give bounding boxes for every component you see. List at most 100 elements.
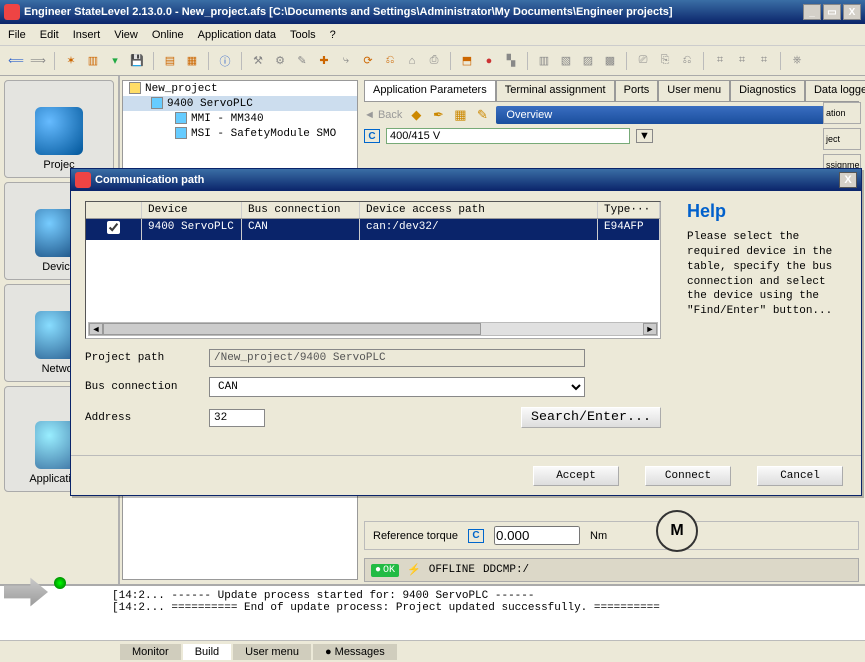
tab-ports[interactable]: Ports bbox=[615, 80, 659, 101]
module-icon bbox=[175, 112, 187, 124]
tool10-icon[interactable]: ⬒ bbox=[459, 53, 475, 69]
voltage-select[interactable] bbox=[386, 128, 630, 144]
tab-app-parameters[interactable]: Application Parameters bbox=[364, 80, 496, 101]
paste-icon[interactable]: ▦ bbox=[184, 53, 200, 69]
voltage-row: C ▼ bbox=[364, 128, 859, 144]
col-type[interactable]: Type··· bbox=[598, 202, 660, 218]
info-icon[interactable]: ⓘ bbox=[217, 53, 233, 69]
tool19-icon[interactable]: ⎌ bbox=[679, 53, 695, 69]
address-input[interactable] bbox=[209, 409, 265, 427]
tool12-icon[interactable]: ▚ bbox=[503, 53, 519, 69]
menu-help[interactable]: ? bbox=[330, 29, 336, 41]
fwd-icon[interactable]: ⟹ bbox=[30, 53, 46, 69]
open-icon[interactable]: ▥ bbox=[85, 53, 101, 69]
tool23-icon[interactable]: ⎈ bbox=[789, 53, 805, 69]
tab-data-logger[interactable]: Data logger bbox=[805, 80, 865, 101]
cancel-button[interactable]: Cancel bbox=[757, 466, 843, 486]
menu-insert[interactable]: Insert bbox=[73, 29, 101, 41]
side-btn-ject[interactable]: ject bbox=[823, 128, 861, 150]
menu-tools[interactable]: Tools bbox=[290, 29, 316, 41]
tool5-icon[interactable]: ⤷ bbox=[338, 53, 354, 69]
bottom-tab-monitor[interactable]: Monitor bbox=[120, 644, 181, 660]
nav-note-icon[interactable]: ✎ bbox=[474, 107, 490, 123]
motor-icon: M bbox=[656, 510, 698, 552]
copy-icon[interactable]: ▤ bbox=[162, 53, 178, 69]
side-btn-ation[interactable]: ation bbox=[823, 102, 861, 124]
bottom-tab-messages[interactable]: ● Messages bbox=[313, 644, 397, 660]
tool7-icon[interactable]: ⎌ bbox=[382, 53, 398, 69]
search-enter-button[interactable]: Search/Enter... bbox=[521, 407, 661, 428]
tool8-icon[interactable]: ⌂ bbox=[404, 53, 420, 69]
overview-header: Overview bbox=[496, 106, 859, 124]
restore-button[interactable]: ▭ bbox=[823, 4, 841, 20]
device-table[interactable]: Device Bus connection Device access path… bbox=[85, 201, 661, 339]
tree-node-mmi[interactable]: MMI - MM340 bbox=[123, 111, 357, 126]
menu-view[interactable]: View bbox=[114, 29, 138, 41]
bus-connection-select[interactable]: CAN bbox=[209, 377, 585, 397]
bottom-tab-build[interactable]: Build bbox=[183, 644, 231, 660]
menu-edit[interactable]: Edit bbox=[40, 29, 59, 41]
tree-node-msi[interactable]: MSI - SafetyModule SMO bbox=[123, 126, 357, 141]
status-bar: ● OK ⚡ OFFLINE DDCMP:/ bbox=[364, 558, 859, 582]
menu-online[interactable]: Online bbox=[152, 29, 184, 41]
tool4-icon[interactable]: ✚ bbox=[316, 53, 332, 69]
col-bus[interactable]: Bus connection bbox=[242, 202, 360, 218]
scroll-right-icon[interactable]: ► bbox=[643, 323, 657, 335]
new-icon[interactable]: ✶ bbox=[63, 53, 79, 69]
tool21-icon[interactable]: ⌗ bbox=[734, 53, 750, 69]
col-access[interactable]: Device access path bbox=[360, 202, 598, 218]
project-folder-icon bbox=[35, 107, 83, 155]
output-console[interactable]: [14:2... ------ Update process started f… bbox=[0, 584, 865, 640]
toolbar: ⟸ ⟹ ✶ ▥ ▾ 💾 ▤ ▦ ⓘ ⚒ ⚙ ✎ ✚ ⤷ ⟳ ⎌ ⌂ ⎙ ⬒ ● … bbox=[0, 46, 865, 76]
dropdown-arrow-icon[interactable]: ▼ bbox=[636, 129, 653, 143]
tool3-icon[interactable]: ✎ bbox=[294, 53, 310, 69]
folder-icon bbox=[129, 82, 141, 94]
tool16-icon[interactable]: ▩ bbox=[602, 53, 618, 69]
menu-appdata[interactable]: Application data bbox=[198, 29, 276, 41]
scroll-left-icon[interactable]: ◄ bbox=[89, 323, 103, 335]
connect-button[interactable]: Connect bbox=[645, 466, 731, 486]
save-icon[interactable]: 💾 bbox=[129, 53, 145, 69]
nav-pin-icon[interactable]: ✒ bbox=[430, 107, 446, 123]
tab-user-menu[interactable]: User menu bbox=[658, 80, 730, 101]
module-icon bbox=[175, 127, 187, 139]
reference-torque-input[interactable] bbox=[494, 526, 580, 545]
nav-back[interactable]: ◄ Back bbox=[364, 109, 402, 121]
col-device[interactable]: Device bbox=[142, 202, 242, 218]
bottom-tabs: Monitor Build User menu ● Messages bbox=[0, 640, 865, 662]
tool15-icon[interactable]: ▨ bbox=[580, 53, 596, 69]
tool14-icon[interactable]: ▧ bbox=[558, 53, 574, 69]
tool20-icon[interactable]: ⌗ bbox=[712, 53, 728, 69]
back-icon[interactable]: ⟸ bbox=[8, 53, 24, 69]
tree-root[interactable]: New_project bbox=[123, 81, 357, 96]
tool1-icon[interactable]: ⚒ bbox=[250, 53, 266, 69]
bottom-tab-usermenu[interactable]: User menu bbox=[233, 644, 311, 660]
scroll-thumb[interactable] bbox=[103, 323, 481, 335]
tab-diagnostics[interactable]: Diagnostics bbox=[730, 80, 805, 101]
table-h-scrollbar[interactable]: ◄ ► bbox=[88, 322, 658, 336]
left-nav-project[interactable]: Projec bbox=[4, 80, 114, 178]
accept-button[interactable]: Accept bbox=[533, 466, 619, 486]
row-checkbox[interactable] bbox=[107, 221, 120, 234]
tool17-icon[interactable]: ⎚ bbox=[635, 53, 651, 69]
nav-diamond-icon[interactable]: ◆ bbox=[408, 107, 424, 123]
tree-node-servo[interactable]: 9400 ServoPLC bbox=[123, 96, 357, 111]
table-row[interactable]: 9400 ServoPLC CAN can:/dev32/ E94AFP bbox=[86, 219, 660, 240]
tool11-icon[interactable]: ● bbox=[481, 53, 497, 69]
tool9-icon[interactable]: ⎙ bbox=[426, 53, 442, 69]
nav-plus-icon[interactable]: ▦ bbox=[452, 107, 468, 123]
tool2-icon[interactable]: ⚙ bbox=[272, 53, 288, 69]
tool13-icon[interactable]: ▥ bbox=[536, 53, 552, 69]
dialog-close-button[interactable]: X bbox=[839, 172, 857, 188]
menu-file[interactable]: File bbox=[8, 29, 26, 41]
tool6-icon[interactable]: ⟳ bbox=[360, 53, 376, 69]
dropdown-icon[interactable]: ▾ bbox=[107, 53, 123, 69]
tool22-icon[interactable]: ⌗ bbox=[756, 53, 772, 69]
minimize-button[interactable]: _ bbox=[803, 4, 821, 20]
cell-access: can:/dev32/ bbox=[360, 219, 598, 240]
tab-terminal-assignment[interactable]: Terminal assignment bbox=[496, 80, 615, 101]
build-progress-icon bbox=[4, 570, 100, 614]
tool18-icon[interactable]: ⎘ bbox=[657, 53, 673, 69]
app-icon bbox=[4, 4, 20, 20]
close-button[interactable]: X bbox=[843, 4, 861, 20]
